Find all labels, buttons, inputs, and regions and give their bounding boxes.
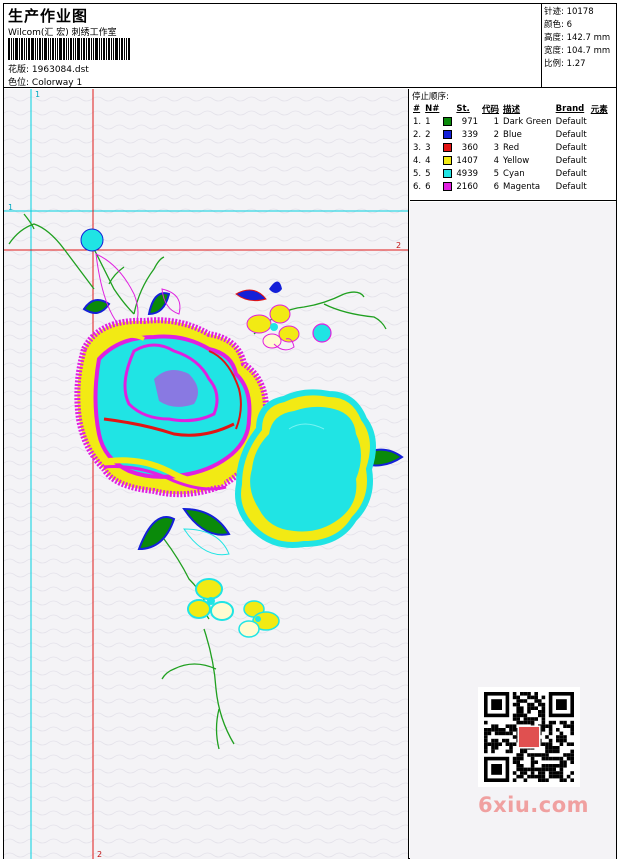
row-index: 1. xyxy=(413,116,422,127)
watermark-text: 6xiu.com xyxy=(478,793,590,817)
guide-label-cyan-top: 1 xyxy=(35,90,40,99)
row-stitches: 2160 xyxy=(456,181,479,192)
row-description: Magenta xyxy=(503,181,541,192)
row-color-swatch xyxy=(441,154,454,167)
row-description: Cyan xyxy=(503,168,525,179)
row-element xyxy=(589,154,610,167)
row-description: Red xyxy=(503,142,520,153)
row-color-swatch xyxy=(441,167,454,180)
col-header-brand: Brand xyxy=(555,103,585,114)
row-description: Dark Green xyxy=(503,116,552,127)
col-header-needle: N# xyxy=(425,103,440,114)
stop-sequence-table: # N# St. 代码 描述 Brand 元素 1. 1 971 1 Dark Gree… xyxy=(411,102,610,193)
row-brand: Default xyxy=(555,116,587,127)
col-header-swatch xyxy=(441,102,454,115)
row-stitches: 4939 xyxy=(456,168,479,179)
row-stitches: 339 xyxy=(461,129,479,140)
row-element xyxy=(589,141,610,154)
sheet-title: 生产作业图 xyxy=(8,7,89,25)
stat-colors: 颜色: 6 xyxy=(544,20,572,30)
row-brand: Default xyxy=(555,155,587,166)
row-needle: 2 xyxy=(425,129,431,140)
production-sheet: 生产作业图 Wilcom(汇 宏) 刺绣工作室 花版: 1963084.dst … xyxy=(3,3,617,859)
row-element xyxy=(589,115,610,128)
row-brand: Default xyxy=(555,181,587,192)
row-needle: 1 xyxy=(425,116,431,127)
row-brand: Default xyxy=(555,142,587,153)
guide-label-red-right: 2 xyxy=(396,241,401,250)
qr-code xyxy=(478,687,580,787)
row-code: 4 xyxy=(493,155,500,166)
color-swatch xyxy=(443,168,453,178)
row-stitches: 971 xyxy=(461,116,479,127)
row-code: 1 xyxy=(493,116,500,127)
row-index: 4. xyxy=(413,155,422,166)
row-index: 6. xyxy=(413,181,422,192)
colorway-label: 色位: xyxy=(8,78,30,88)
row-color-swatch xyxy=(441,141,454,154)
col-header-code: 代码 xyxy=(482,104,500,115)
row-needle: 3 xyxy=(425,142,431,153)
stop-sequence-panel: 停止顺序: # N# St. 代码 描述 Brand 元素 1. 1 971 1 Dar… xyxy=(410,89,616,201)
company-name: Wilcom(汇 宏) 刺绣工作室 xyxy=(8,28,117,38)
row-color-swatch xyxy=(441,180,454,193)
table-header-row: # N# St. 代码 描述 Brand 元素 xyxy=(411,102,610,115)
row-index: 5. xyxy=(413,168,422,179)
row-stitches: 360 xyxy=(461,142,479,153)
stat-stitches: 针迹: 10178 xyxy=(544,7,594,17)
row-code: 6 xyxy=(493,181,500,192)
guide-label-red-bottom: 2 xyxy=(97,850,102,859)
row-code: 2 xyxy=(493,129,500,140)
row-stitches: 1407 xyxy=(456,155,479,166)
row-needle: 6 xyxy=(425,181,431,192)
color-swatch xyxy=(443,142,453,152)
stat-scale: 比例: 1.27 xyxy=(544,59,586,69)
row-code: 5 xyxy=(493,168,500,179)
row-element xyxy=(589,128,610,141)
stop-sequence-title: 停止顺序: xyxy=(412,92,449,102)
table-row: 6. 6 2160 6 Magenta Default xyxy=(411,180,610,193)
sheet-header: 生产作业图 Wilcom(汇 宏) 刺绣工作室 花版: 1963084.dst … xyxy=(4,4,616,88)
color-swatch xyxy=(443,181,453,191)
embroidery-design-area: 1 1 2 2 xyxy=(4,89,409,859)
color-swatch xyxy=(443,116,453,126)
table-row: 5. 5 4939 5 Cyan Default xyxy=(411,167,610,180)
table-row: 2. 2 339 2 Blue Default xyxy=(411,128,610,141)
table-row: 3. 3 360 3 Red Default xyxy=(411,141,610,154)
barcode xyxy=(8,38,142,60)
stat-height: 高度: 142.7 mm xyxy=(544,33,611,43)
cyan-flower xyxy=(235,389,376,548)
design-stats: 针迹: 10178 颜色: 6 高度: 142.7 mm 宽度: 104.7 m… xyxy=(541,4,616,88)
embroidery-preview: 1 1 2 2 xyxy=(4,89,408,859)
row-index: 3. xyxy=(413,142,422,153)
row-color-swatch xyxy=(441,128,454,141)
guide-label-cyan-left: 1 xyxy=(8,203,13,212)
row-element xyxy=(589,167,610,180)
row-color-swatch xyxy=(441,115,454,128)
table-row: 4. 4 1407 4 Yellow Default xyxy=(411,154,610,167)
stat-width: 宽度: 104.7 mm xyxy=(544,46,611,56)
design-file-line: 花版: 1963084.dst xyxy=(8,62,89,75)
design-file-label: 花版: xyxy=(8,65,30,75)
row-description: Yellow xyxy=(503,155,530,166)
col-header-description: 描述 xyxy=(503,104,521,115)
row-needle: 5 xyxy=(425,168,431,179)
row-element xyxy=(589,180,610,193)
color-swatch xyxy=(443,155,453,165)
row-code: 3 xyxy=(493,142,500,153)
table-row: 1. 1 971 1 Dark Green Default xyxy=(411,115,610,128)
row-description: Blue xyxy=(503,129,522,140)
color-swatch xyxy=(443,129,453,139)
col-header-element: 元素 xyxy=(590,104,608,115)
colorway-line: 色位: Colorway 1 xyxy=(8,75,82,88)
row-brand: Default xyxy=(555,129,587,140)
col-header-stitches: St. xyxy=(456,103,470,114)
col-header-index: # xyxy=(413,103,421,114)
row-needle: 4 xyxy=(425,155,431,166)
design-file-value: 1963084.dst xyxy=(31,65,89,75)
row-index: 2. xyxy=(413,129,422,140)
row-brand: Default xyxy=(555,168,587,179)
colorway-value: Colorway 1 xyxy=(31,78,83,88)
